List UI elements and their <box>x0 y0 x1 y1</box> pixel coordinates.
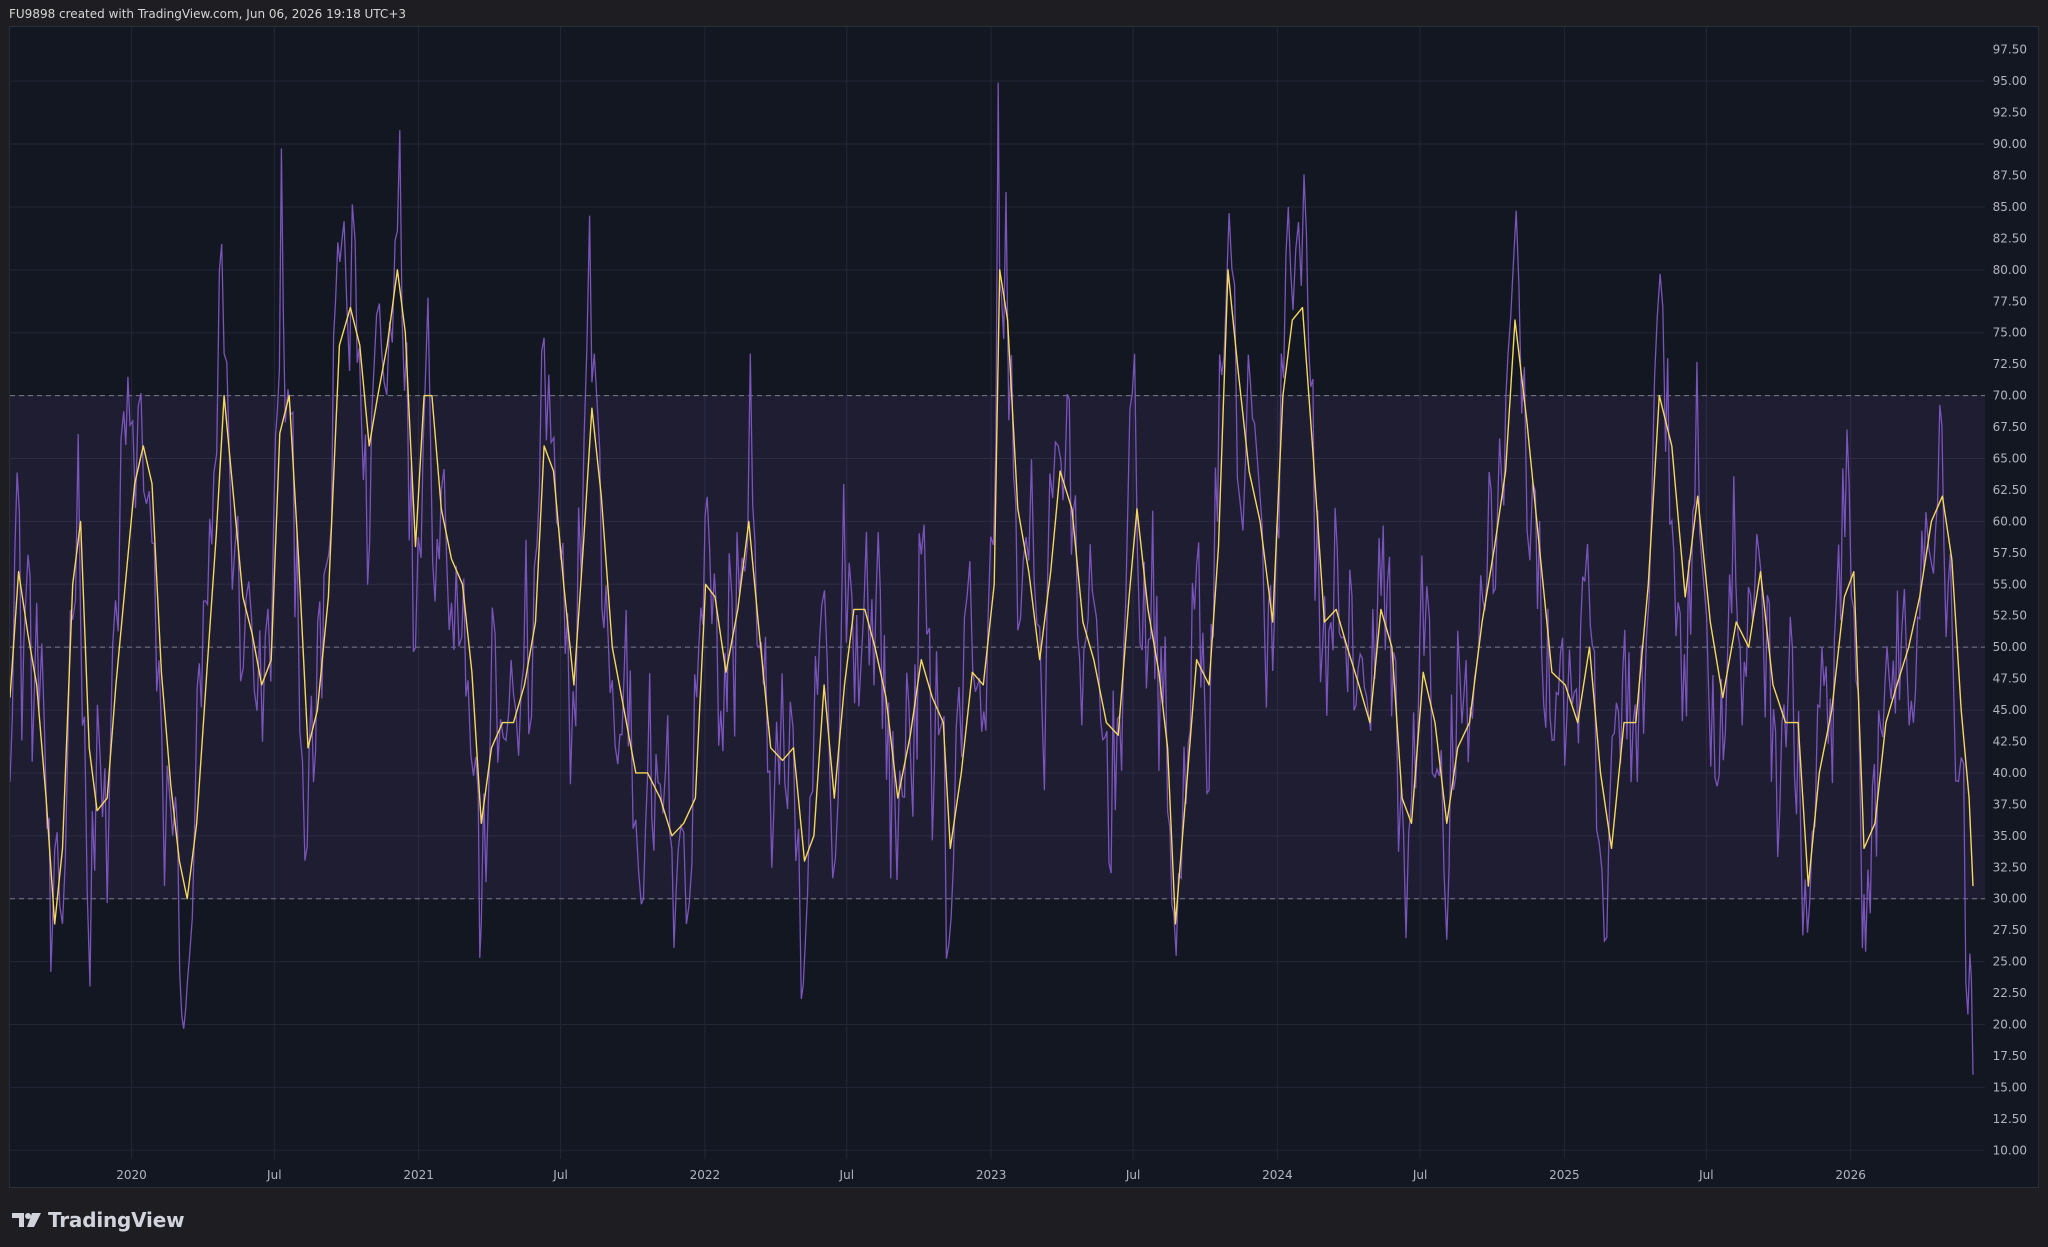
y-tick-label: 72.50 <box>1993 357 2027 371</box>
y-tick-label: 12.50 <box>1993 1112 2027 1126</box>
rsi-band <box>10 395 1985 900</box>
footer-bar <box>0 1189 2048 1247</box>
y-tick-label: 27.50 <box>1993 923 2027 937</box>
x-tick-label: Jul <box>552 1168 567 1182</box>
y-tick-label: 30.00 <box>1993 892 2027 906</box>
x-tick-label: Jul <box>1412 1168 1427 1182</box>
brand-name: TradingView <box>48 1208 185 1232</box>
y-tick-label: 57.50 <box>1993 546 2027 560</box>
x-axis[interactable]: 2020 Jul 2021 Jul 2022 Jul 2023 Jul 2024 Jul 2025 J… <box>116 1168 1866 1182</box>
y-tick-label: 10.00 <box>1993 1143 2027 1157</box>
y-tick-label: 80.00 <box>1993 263 2027 277</box>
x-tick-label: 2023 <box>976 1168 1007 1182</box>
y-tick-label: 65.00 <box>1993 452 2027 466</box>
header-bar: FU9898 created with TradingView.com, Jun… <box>0 0 2048 26</box>
y-tick-label: 32.50 <box>1993 860 2027 874</box>
y-tick-label: 77.50 <box>1993 294 2027 308</box>
y-tick-label: 50.00 <box>1993 640 2027 654</box>
y-tick-label: 22.50 <box>1993 986 2027 1000</box>
y-tick-label: 82.50 <box>1993 231 2027 245</box>
y-tick-label: 47.50 <box>1993 672 2027 686</box>
tradingview-logo[interactable]: TradingView <box>12 1208 185 1232</box>
rsi-chart[interactable]: 10.00 12.50 15.00 17.50 20.00 22.50 25.00 27.50… <box>10 27 2038 1187</box>
chart-pane[interactable]: 10.00 12.50 15.00 17.50 20.00 22.50 25.00 27.50… <box>9 26 2039 1188</box>
x-tick-label: Jul <box>839 1168 854 1182</box>
x-tick-label: Jul <box>1125 1168 1140 1182</box>
y-tick-label: 60.00 <box>1993 514 2027 528</box>
y-tick-label: 67.50 <box>1993 420 2027 434</box>
x-tick-label: 2020 <box>116 1168 147 1182</box>
y-tick-label: 92.50 <box>1993 106 2027 120</box>
x-tick-label: 2022 <box>690 1168 721 1182</box>
y-tick-label: 62.50 <box>1993 483 2027 497</box>
y-tick-label: 87.50 <box>1993 169 2027 183</box>
y-tick-label: 95.00 <box>1993 74 2027 88</box>
y-axis[interactable]: 10.00 12.50 15.00 17.50 20.00 22.50 25.00 27.50… <box>1993 43 2027 1158</box>
y-tick-label: 90.00 <box>1993 137 2027 151</box>
y-tick-label: 70.00 <box>1993 389 2027 403</box>
y-tick-label: 75.00 <box>1993 326 2027 340</box>
x-tick-label: 2025 <box>1549 1168 1580 1182</box>
y-tick-label: 42.50 <box>1993 735 2027 749</box>
y-tick-label: 15.00 <box>1993 1080 2027 1094</box>
y-tick-label: 20.00 <box>1993 1018 2027 1032</box>
y-tick-label: 40.00 <box>1993 766 2027 780</box>
tradingview-logo-icon <box>12 1213 41 1227</box>
x-tick-label: 2026 <box>1835 1168 1866 1182</box>
y-tick-label: 37.50 <box>1993 797 2027 811</box>
y-tick-label: 35.00 <box>1993 829 2027 843</box>
y-tick-label: 55.00 <box>1993 577 2027 591</box>
y-tick-label: 45.00 <box>1993 703 2027 717</box>
y-tick-label: 25.00 <box>1993 955 2027 969</box>
x-tick-label: Jul <box>266 1168 281 1182</box>
chart-attribution: FU9898 created with TradingView.com, Jun… <box>9 7 407 21</box>
x-tick-label: 2021 <box>403 1168 434 1182</box>
y-tick-label: 85.00 <box>1993 200 2027 214</box>
y-tick-label: 52.50 <box>1993 609 2027 623</box>
y-tick-label: 17.50 <box>1993 1049 2027 1063</box>
x-tick-label: 2024 <box>1262 1168 1293 1182</box>
y-tick-label: 97.50 <box>1993 43 2027 57</box>
x-tick-label: Jul <box>1698 1168 1713 1182</box>
